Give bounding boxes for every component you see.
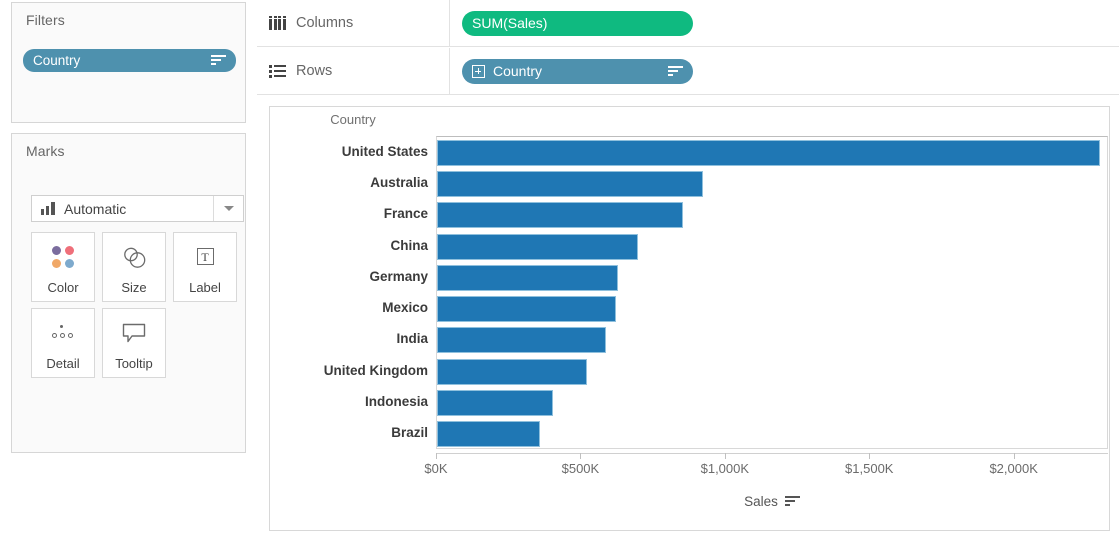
pill-sum-sales[interactable]: SUM(Sales) [462, 10, 693, 36]
pill-country[interactable]: Country [462, 58, 693, 84]
x-axis-tick-label: $2,000K [989, 461, 1038, 476]
x-axis-tick [1013, 453, 1015, 459]
marks-type-dropdown[interactable]: Automatic [31, 195, 244, 222]
bar[interactable] [437, 170, 703, 197]
row-label[interactable]: Mexico [270, 299, 428, 317]
marks-type-value: Automatic [64, 200, 127, 217]
chart-view: Country United States Australia France Chin… [269, 106, 1110, 531]
row-label[interactable]: United States [270, 143, 428, 161]
marks-button-detail[interactable]: Detail [31, 308, 95, 378]
marks-button-label-label: Label [189, 280, 221, 295]
size-circles-icon [103, 233, 165, 280]
marks-button-detail-label: Detail [46, 356, 80, 371]
row-label[interactable]: China [270, 237, 428, 255]
filters-card: Filters Country [11, 2, 246, 123]
sort-descending-icon[interactable] [668, 65, 683, 77]
pill-sum-sales-label: SUM(Sales) [472, 15, 548, 31]
bar[interactable] [437, 327, 606, 354]
row-label[interactable]: Brazil [270, 424, 428, 442]
columns-shelf-label: Columns [296, 15, 354, 31]
bar[interactable] [437, 139, 1100, 166]
columns-shelf[interactable]: Columns SUM(Sales) [257, 0, 1119, 47]
row-label[interactable]: United Kingdom [270, 362, 428, 380]
marks-button-color[interactable]: Color [31, 232, 95, 302]
columns-icon [269, 16, 286, 30]
rows-shelf-label: Rows [296, 63, 333, 79]
row-label[interactable]: India [270, 330, 428, 348]
bar[interactable] [437, 390, 553, 417]
rows-shelf-body[interactable]: Country [450, 58, 1119, 84]
bar[interactable] [437, 358, 587, 385]
bar[interactable] [437, 264, 618, 291]
bar-mark-icon [41, 202, 57, 215]
plot-area [436, 136, 1108, 449]
row-label[interactable]: Germany [270, 268, 428, 286]
sort-descending-icon[interactable] [211, 55, 226, 66]
x-axis-tick [580, 453, 582, 459]
rows-shelf-header: Rows [257, 48, 450, 94]
x-axis-tick-label: $500K [561, 461, 600, 476]
x-axis-tick [436, 453, 437, 459]
bar[interactable] [437, 421, 540, 448]
marks-card: Marks Automatic Color Size T Label Detai… [11, 133, 246, 453]
row-header-title-area: Country [270, 107, 1109, 132]
x-axis: $0K $500K $1,000K $1,500K $2,000K [424, 453, 1108, 493]
x-axis-tick-label: $1,500K [845, 461, 894, 476]
marks-button-color-label: Color [47, 280, 79, 295]
rows-icon [269, 64, 286, 78]
marks-button-tooltip[interactable]: Tooltip [102, 308, 166, 378]
marks-card-title: Marks [26, 143, 65, 159]
left-cards-panel: Filters Country Marks Automatic Color Si… [0, 0, 257, 539]
marks-button-tooltip-label: Tooltip [115, 356, 153, 371]
plus-box-icon[interactable] [472, 64, 485, 78]
row-labels: United States Australia France China Germany… [270, 132, 436, 530]
bar[interactable] [437, 202, 683, 229]
row-label[interactable]: France [270, 205, 428, 223]
x-axis-title-area: Sales [436, 494, 1108, 509]
x-axis-line [436, 453, 1108, 454]
columns-shelf-header: Columns [257, 0, 450, 46]
filter-pill-country[interactable]: Country [23, 49, 236, 72]
bar[interactable] [437, 296, 616, 323]
color-dots-icon [32, 233, 94, 280]
x-axis-tick-label: $0K [424, 461, 448, 476]
chevron-down-icon[interactable] [213, 196, 243, 221]
rows-shelf[interactable]: Rows Country [257, 48, 1119, 95]
pill-country-label: Country [493, 63, 543, 79]
bar[interactable] [437, 233, 638, 260]
row-header-title: Country [330, 112, 376, 127]
marks-button-size-label: Size [121, 280, 147, 295]
text-label-glyph: T [196, 248, 214, 265]
columns-shelf-body[interactable]: SUM(Sales) [450, 10, 1119, 36]
sort-descending-icon[interactable] [784, 496, 800, 507]
filter-pill-label: Country [33, 53, 81, 68]
row-label[interactable]: Indonesia [270, 393, 428, 411]
chart-grid: United States Australia France China Germany… [270, 132, 1109, 530]
tooltip-bubble-icon [103, 309, 165, 356]
x-axis-title: Sales [744, 494, 778, 509]
marks-button-label[interactable]: T Label [173, 232, 237, 302]
detail-dots-icon [32, 309, 94, 356]
worksheet-area: Columns SUM(Sales) Rows Country Country [257, 0, 1119, 539]
marks-button-size[interactable]: Size [102, 232, 166, 302]
row-label[interactable]: Australia [270, 174, 428, 192]
x-axis-tick [869, 453, 871, 459]
text-label-icon: T [174, 233, 236, 280]
x-axis-tick [724, 453, 726, 459]
x-axis-tick-label: $1,000K [700, 461, 750, 476]
filters-card-title: Filters [26, 12, 65, 28]
